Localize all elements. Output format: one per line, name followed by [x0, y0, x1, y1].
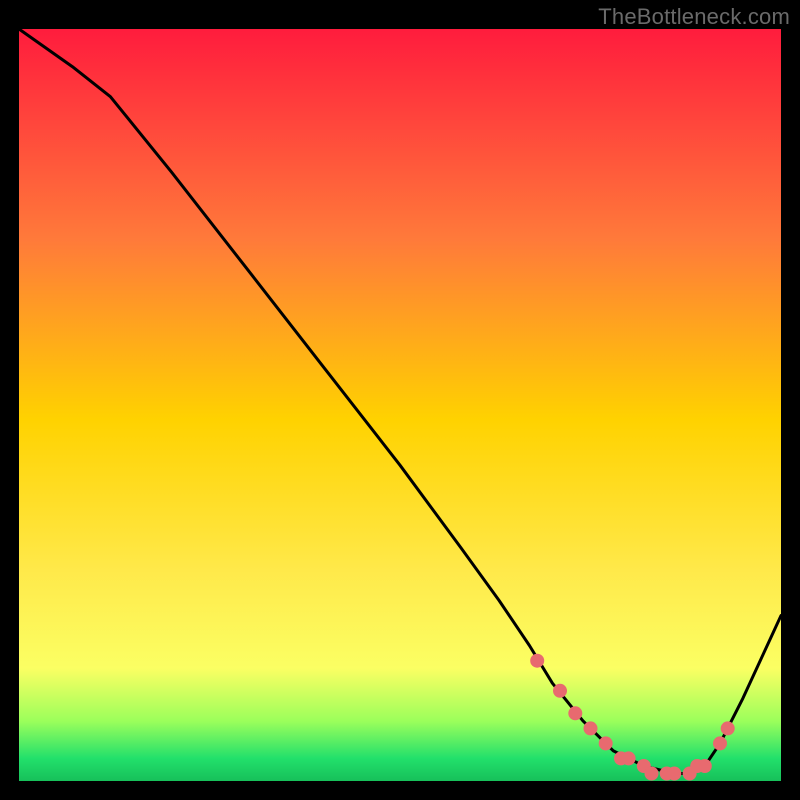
highlight-marker	[568, 706, 582, 720]
highlight-marker	[645, 767, 659, 781]
highlight-marker	[622, 751, 636, 765]
highlight-marker	[599, 736, 613, 750]
watermark-text: TheBottleneck.com	[598, 4, 790, 30]
highlight-marker	[530, 654, 544, 668]
plot-area	[19, 29, 781, 781]
highlight-marker	[584, 721, 598, 735]
highlight-marker	[713, 736, 727, 750]
chart-frame: TheBottleneck.com	[0, 0, 800, 800]
highlight-marker	[667, 767, 681, 781]
gradient-background	[19, 29, 781, 781]
highlight-marker	[553, 684, 567, 698]
highlight-marker	[698, 759, 712, 773]
bottleneck-chart	[19, 29, 781, 781]
highlight-marker	[721, 721, 735, 735]
